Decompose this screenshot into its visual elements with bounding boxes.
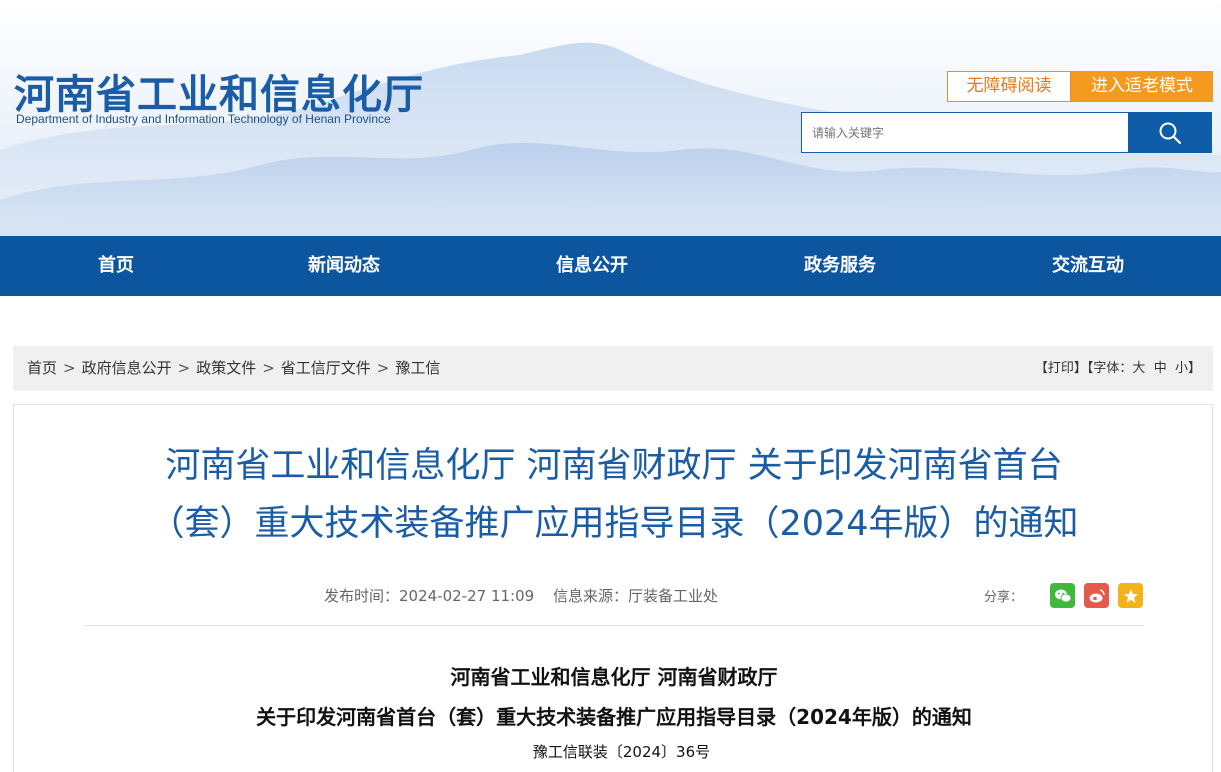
nav-item-services[interactable]: 政务服务: [740, 236, 940, 296]
article-panel: 河南省工业和信息化厅 河南省财政厅 关于印发河南省首台 （套）重大技术装备推广应…: [13, 404, 1213, 772]
document-title-line2: 关于印发河南省首台（套）重大技术装备推广应用指导目录（2024年版）的通知: [256, 705, 972, 729]
site-header: 河南省工业和信息化厅 Department of Industry and In…: [0, 0, 1221, 236]
article-meta: 发布时间：2024-02-27 11:09 信息来源：厅装备工业处: [324, 585, 732, 606]
breadcrumb-home[interactable]: 首页: [27, 346, 57, 391]
print-button[interactable]: 【打印】: [1035, 361, 1087, 376]
article-title-line1: 河南省工业和信息化厅 河南省财政厅 关于印发河南省首台: [165, 446, 1063, 486]
nav-item-home[interactable]: 首页: [16, 236, 216, 296]
search-icon: [1159, 122, 1182, 144]
publish-time: 发布时间：2024-02-27 11:09: [324, 587, 535, 605]
breadcrumb-separator: >: [63, 359, 76, 377]
breadcrumb-bar: 首页 > 政府信息公开 > 政策文件 > 省工信厅文件 > 豫工信 【打印】【字体：大 中 小】: [13, 346, 1213, 391]
accessibility-button[interactable]: 无障碍阅读: [947, 71, 1071, 102]
breadcrumb-separator: >: [376, 359, 390, 377]
font-large-button[interactable]: 大: [1132, 361, 1145, 376]
breadcrumb-separator: >: [262, 359, 275, 377]
share-bar: 分享：: [984, 583, 1144, 608]
article-title-line2: （套）重大技术装备推广应用指导目录（2024年版）的通知: [149, 504, 1079, 544]
document-title-line1: 河南省工业和信息化厅 河南省财政厅: [450, 665, 778, 689]
breadcrumb-policy[interactable]: 政策文件: [196, 346, 256, 391]
breadcrumb-yugongxin[interactable]: 豫工信: [395, 346, 440, 391]
wechat-icon[interactable]: [1050, 583, 1076, 608]
nav-item-interaction[interactable]: 交流互动: [988, 236, 1188, 296]
font-small-button[interactable]: 小: [1175, 361, 1188, 376]
document-number: 豫工信联装〔2024〕36号: [532, 743, 711, 761]
site-logo-subtitle: Department of Industry and Information T…: [16, 112, 391, 126]
breadcrumb-separator: >: [177, 359, 191, 377]
nav-item-disclosure[interactable]: 信息公开: [492, 236, 692, 296]
breadcrumb: 首页 > 政府信息公开 > 政策文件 > 省工信厅文件 > 豫工信: [27, 346, 440, 391]
share-label: 分享：: [984, 590, 1024, 605]
font-size-close: 】: [1187, 361, 1201, 376]
divider: [84, 625, 1144, 626]
font-medium-button[interactable]: 中: [1154, 361, 1167, 376]
search-input[interactable]: [801, 112, 1129, 153]
search-button[interactable]: [1128, 112, 1212, 153]
elder-mode-button[interactable]: 进入适老模式: [1071, 71, 1213, 102]
favorite-icon[interactable]: [1118, 583, 1144, 608]
page-tools: 【打印】【字体：大 中 小】: [1035, 346, 1201, 391]
main-nav: 首页 新闻动态 信息公开 政务服务 交流互动: [0, 236, 1221, 296]
weibo-icon[interactable]: [1084, 583, 1110, 608]
info-source: 信息来源：厅装备工业处: [552, 587, 718, 605]
article-title: 河南省工业和信息化厅 河南省财政厅 关于印发河南省首台 （套）重大技术装备推广应…: [14, 437, 1214, 553]
font-size-label: 【字体：: [1086, 361, 1133, 376]
nav-item-news[interactable]: 新闻动态: [244, 236, 444, 296]
breadcrumb-gov-info[interactable]: 政府信息公开: [82, 346, 172, 391]
breadcrumb-dept-docs[interactable]: 省工信厅文件: [281, 346, 371, 391]
